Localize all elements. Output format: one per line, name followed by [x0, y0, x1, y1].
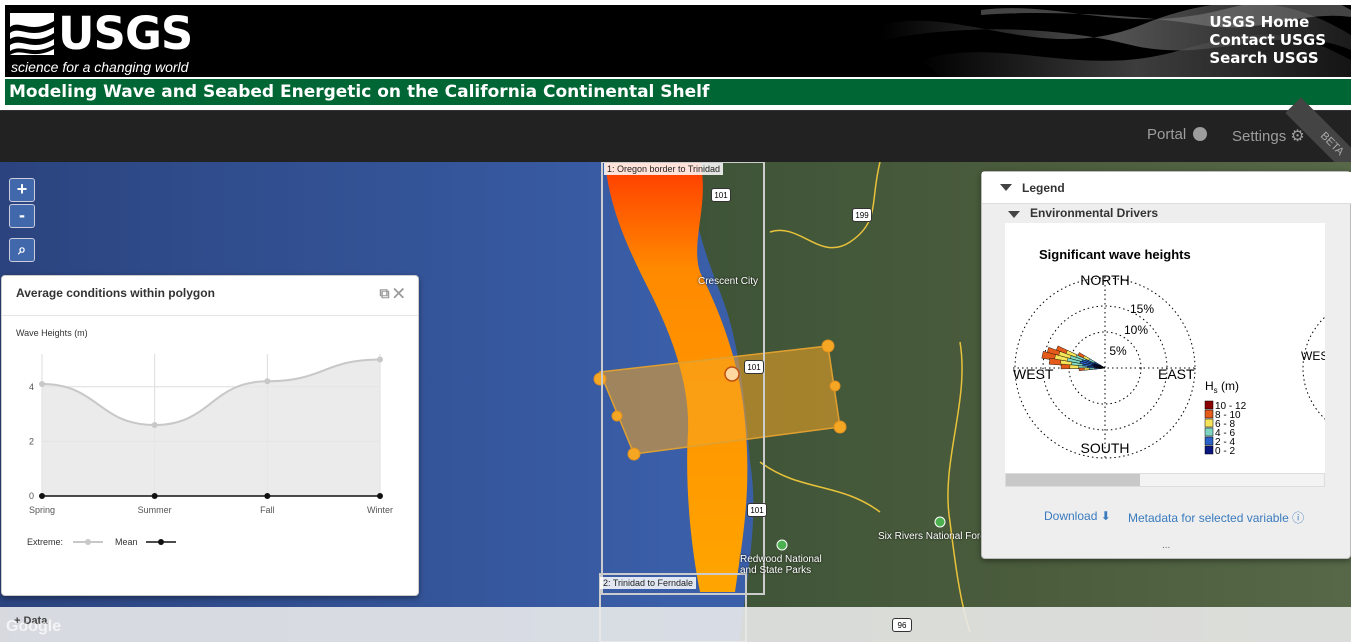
mean-point — [377, 493, 383, 499]
zoom-extent-icon[interactable]: ⌕ — [9, 238, 35, 262]
x-tick-label: Fall — [260, 505, 275, 515]
google-attribution: Google — [6, 618, 62, 635]
highway-shield-101: 101 — [747, 503, 767, 517]
hs-bin-swatch — [1204, 400, 1214, 410]
extreme-point — [151, 422, 158, 428]
y-tick-label: 0 — [29, 491, 34, 501]
panel-header: Average conditions within polygon ⧉ ✕ — [2, 276, 418, 316]
zoom-in-button[interactable]: + — [9, 178, 35, 202]
x-tick-label: Spring — [29, 505, 55, 515]
legend-mean-marker — [158, 539, 164, 545]
zoom-out-button[interactable]: - — [9, 204, 35, 228]
rose-south: SOUTH — [1081, 440, 1130, 456]
rose-ring-label: 10% — [1124, 323, 1148, 337]
place-six-rivers: Six Rivers National Forest — [878, 531, 994, 542]
highway-shield-96: 96 — [892, 618, 912, 632]
legend-extreme-marker — [85, 539, 91, 545]
header-links: USGS Home Contact USGS Search USGS — [1209, 13, 1326, 67]
page-title: Modeling Wave and Seabed Energetic on th… — [5, 79, 1351, 105]
rose-west-partial: WES — [1301, 349, 1325, 363]
usgs-home-link[interactable]: USGS Home — [1209, 13, 1326, 31]
y-tick-label: 4 — [29, 382, 34, 392]
mean-point — [264, 493, 271, 499]
rose-ring-label: 15% — [1130, 302, 1154, 316]
horizontal-scrollbar[interactable] — [1005, 473, 1325, 487]
hs-bin-swatch — [1204, 418, 1214, 428]
legend-title: Legend — [1022, 181, 1065, 195]
logo-wordmark: USGS — [58, 7, 193, 60]
panel-title: Average conditions within polygon — [16, 286, 215, 300]
settings-menu[interactable]: Settings ⚙ — [1232, 126, 1305, 146]
wave-rose-plot: Significant wave heights NORTH SOUTH WEST EA… — [1013, 247, 1351, 460]
download-label: Download — [1044, 509, 1098, 523]
usgs-banner: USGS science for a changing world USGS H… — [5, 5, 1351, 77]
chart-title: Wave Heights (m) — [16, 328, 88, 338]
usgs-wave-icon — [10, 13, 54, 55]
highway-shield-199: 199 — [852, 208, 872, 222]
top-navbar: Portal Settings ⚙ BETA — [0, 97, 1351, 191]
legend-footer-mark: ... — [1162, 540, 1171, 551]
extreme-area — [42, 359, 380, 496]
mean-point — [39, 493, 45, 499]
site-header: USGS science for a changing world USGS H… — [0, 0, 1351, 110]
extreme-point — [377, 356, 383, 363]
extreme-point — [39, 381, 45, 388]
scrollbar-thumb[interactable] — [1006, 474, 1140, 486]
portal-menu[interactable]: Portal — [1147, 126, 1208, 143]
metadata-link[interactable]: Metadata for selected variable ⓘ — [1128, 509, 1304, 526]
average-conditions-panel: Average conditions within polygon ⧉ ✕ Wa… — [1, 275, 419, 596]
rose-east: EAST — [1158, 366, 1195, 382]
wave-height-chart: 0 2 4 Spring Summer Fall Winter Extreme: Mean — [27, 354, 393, 547]
place-crescent-city: Crescent City — [698, 276, 759, 287]
mean-point — [151, 493, 158, 499]
x-tick-label: Winter — [367, 505, 393, 515]
wave-rose-image: Significant wave heights NORTH SOUTH WEST EA… — [1005, 223, 1351, 473]
legend-extreme-label: Extreme: — [27, 537, 63, 547]
polygon-label-1[interactable]: 1: Oregon border to Trinidad — [604, 163, 724, 175]
metadata-label: Metadata for selected variable — [1128, 511, 1289, 525]
zoom-controls: + - ⌕ — [9, 178, 35, 264]
search-usgs-link[interactable]: Search USGS — [1209, 49, 1326, 67]
highway-shield-101: 101 — [711, 188, 731, 202]
settings-label: Settings — [1232, 128, 1287, 145]
place-redwood-park: Redwood National and State Parks — [740, 554, 822, 576]
y-tick-label: 2 — [29, 436, 34, 446]
download-icon: ⬇ — [1100, 509, 1111, 523]
x-tick-label: Summer — [138, 505, 172, 515]
globe-icon — [1193, 127, 1208, 141]
rose-title: Significant wave heights — [1039, 247, 1191, 262]
contact-usgs-link[interactable]: Contact USGS — [1209, 31, 1326, 49]
highway-shield-101: 101 — [744, 360, 764, 374]
hs-label: Hs (m) — [1205, 379, 1239, 395]
polygon-label-2[interactable]: 2: Trinidad to Ferndale — [600, 577, 697, 589]
rose-ring-label: 5% — [1109, 344, 1127, 358]
legend-panel: Legend Environmental Drivers Significant… — [981, 171, 1351, 559]
collapse-icon[interactable] — [1000, 184, 1012, 191]
hs-bin-swatch — [1204, 427, 1214, 437]
extreme-point — [264, 378, 271, 385]
logo-tagline: science for a changing world — [11, 59, 189, 75]
download-link[interactable]: Download ⬇ — [1044, 509, 1111, 523]
rose-west: WEST — [1013, 366, 1054, 382]
hs-bin-label: 0 - 2 — [1215, 446, 1235, 457]
usgs-logo[interactable]: USGS science for a changing world — [10, 7, 193, 75]
legend-mean-label: Mean — [115, 537, 138, 547]
legend-header[interactable]: Legend — [982, 172, 1351, 204]
rose-north: NORTH — [1080, 272, 1130, 288]
legend-section-title[interactable]: Environmental Drivers — [1030, 206, 1158, 220]
popout-icon[interactable]: ⧉ — [379, 285, 389, 301]
close-icon[interactable]: ✕ — [393, 285, 404, 301]
hs-bin-swatch — [1204, 436, 1214, 446]
hs-bin-swatch — [1204, 409, 1214, 419]
portal-label: Portal — [1147, 126, 1187, 143]
rose-ring-partial — [1302, 301, 1351, 435]
section-collapse-icon[interactable] — [1008, 211, 1020, 218]
hs-bin-swatch — [1204, 445, 1214, 455]
info-icon: ⓘ — [1292, 511, 1305, 525]
